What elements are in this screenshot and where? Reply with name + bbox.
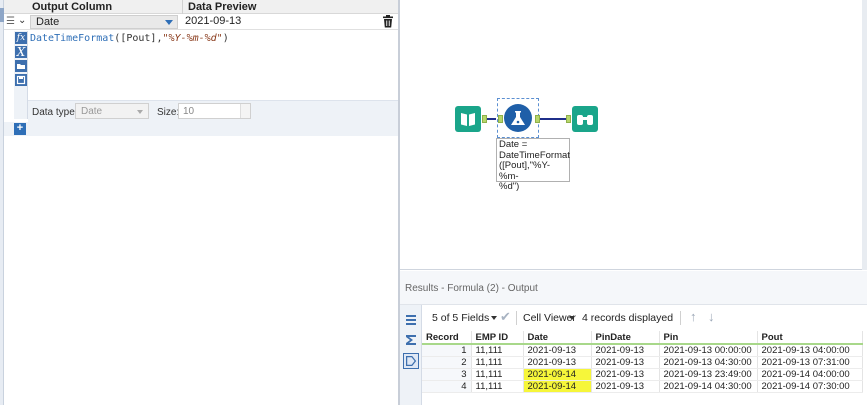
formula-tool-icon[interactable] [504, 104, 532, 132]
canvas-scroll-edge[interactable] [862, 0, 867, 270]
toolbar-separator [680, 311, 681, 325]
output-column-select[interactable]: Date [30, 15, 178, 29]
results-panel: Results - Formula (2) - Output 5 of 5 Fi… [400, 271, 867, 405]
size-value: 10 [183, 106, 195, 117]
emp-id-cell[interactable]: 11,111 [471, 344, 524, 357]
expression-toolbar: fx X [14, 31, 28, 119]
message-icon[interactable] [403, 353, 419, 369]
column-header-date[interactable]: Date [523, 331, 592, 345]
record-cell: 1 [422, 344, 472, 357]
save-icon[interactable] [15, 74, 27, 86]
pindate-cell[interactable]: 2021-09-13 [591, 368, 660, 381]
date-cell-highlighted[interactable]: 2021-09-14 [523, 368, 592, 381]
output-column-header: Output Column [32, 1, 113, 13]
arrow-down-icon[interactable]: ↓ [708, 309, 715, 324]
pindate-cell[interactable]: 2021-09-13 [591, 356, 660, 369]
results-title: Results - Formula (2) - Output [405, 283, 538, 294]
emp-id-cell[interactable]: 11,111 [471, 356, 524, 369]
table-row[interactable]: 4 11,111 2021-09-14 2021-09-13 2021-09-1… [422, 380, 863, 393]
date-cell-highlighted[interactable]: 2021-09-14 [523, 380, 592, 393]
table-row[interactable]: 2 11,111 2021-09-13 2021-09-13 2021-09-1… [422, 356, 863, 369]
workflow-canvas[interactable] [400, 0, 867, 270]
pin-cell[interactable]: 2021-09-14 04:30:00 [659, 380, 758, 393]
size-spinner[interactable] [240, 104, 250, 118]
x-variable-icon[interactable]: X [15, 46, 27, 58]
datatype-label: Data type: [32, 107, 78, 118]
datatype-select[interactable]: Date [75, 103, 149, 119]
list-icon[interactable]: ☰ [6, 16, 15, 27]
trash-icon[interactable] [382, 15, 394, 28]
pindate-cell[interactable]: 2021-09-13 [591, 344, 660, 357]
column-header-pin[interactable]: Pin [659, 331, 758, 345]
date-cell[interactable]: 2021-09-13 [523, 344, 592, 357]
pin-cell[interactable]: 2021-09-13 23:49:00 [659, 368, 758, 381]
column-header-pout[interactable]: Pout [757, 331, 863, 345]
size-label: Size: [157, 107, 180, 118]
chevron-down-icon[interactable]: ⌄ [18, 15, 28, 29]
checkmark-icon[interactable]: ✔ [500, 309, 511, 325]
column-header: Output Column Data Preview [4, 0, 398, 14]
datatype-bar: Data type: Date Size: 10 [28, 100, 398, 122]
column-header-record[interactable]: Record [422, 331, 472, 345]
results-side-toolbar [400, 305, 422, 405]
app-window: Output Column Data Preview ☰ ⌄ Date 2021… [0, 0, 867, 405]
connection-wire[interactable] [487, 118, 496, 120]
size-input[interactable]: 10 [178, 103, 251, 119]
connection-wire[interactable] [540, 118, 568, 120]
dropdown-arrow-icon [165, 20, 173, 25]
browse-tool-icon[interactable] [572, 106, 598, 132]
configuration-panel: Output Column Data Preview ☰ ⌄ Date 2021… [0, 0, 398, 405]
dropdown-arrow-icon [137, 110, 143, 114]
data-preview-value: 2021-09-13 [185, 15, 242, 27]
cell-viewer-button[interactable]: Cell Viewer [523, 312, 576, 324]
fields-selector[interactable]: 5 of 5 Fields [432, 312, 489, 324]
pout-cell[interactable]: 2021-09-13 04:00:00 [757, 344, 863, 357]
results-toolbar: 5 of 5 Fields ✔ Cell Viewer 4 records di… [422, 305, 867, 331]
expression-row: ☰ ⌄ Date 2021-09-13 [4, 14, 398, 30]
expression-function: DateTimeFormat [30, 33, 115, 44]
table-row[interactable]: 3 11,111 2021-09-14 2021-09-13 2021-09-1… [422, 368, 863, 381]
metadata-icon[interactable] [403, 332, 419, 348]
input-anchor[interactable] [566, 115, 571, 123]
fx-icon[interactable]: fx [15, 32, 27, 44]
arrow-up-icon[interactable]: ↑ [690, 309, 697, 324]
date-cell[interactable]: 2021-09-13 [523, 356, 592, 369]
expression-argument: [Pout] [120, 33, 157, 44]
record-cell: 2 [422, 356, 472, 369]
results-table: Record EMP ID Date PinDate Pin Pout 1 11… [422, 331, 863, 393]
datatype-value: Date [81, 106, 103, 117]
column-header-pindate[interactable]: PinDate [591, 331, 660, 345]
data-preview-header: Data Preview [188, 1, 257, 13]
emp-id-cell[interactable]: 11,111 [471, 368, 524, 381]
pin-cell[interactable]: 2021-09-13 00:00:00 [659, 344, 758, 357]
emp-id-cell[interactable]: 11,111 [471, 380, 524, 393]
record-cell: 4 [422, 380, 472, 393]
chevron-down-icon[interactable] [569, 316, 575, 320]
records-count: 4 records displayed [582, 312, 674, 324]
table-header-row: Record EMP ID Date PinDate Pin Pout [422, 331, 863, 345]
expression-editor[interactable]: DateTimeFormat([Pout],"%Y-%m-%d") [30, 33, 390, 93]
toolbar-separator [516, 311, 517, 325]
output-column-value: Date [36, 16, 60, 28]
pout-cell[interactable]: 2021-09-14 07:30:00 [757, 380, 863, 393]
pin-cell[interactable]: 2021-09-13 04:30:00 [659, 356, 758, 369]
pout-cell[interactable]: 2021-09-14 04:00:00 [757, 368, 863, 381]
table-row[interactable]: 1 11,111 2021-09-13 2021-09-13 2021-09-1… [422, 344, 863, 357]
record-cell: 3 [422, 368, 472, 381]
folder-icon[interactable] [15, 60, 27, 72]
header-separator [182, 0, 183, 14]
tool-annotation: Date = DateTimeFormat ([Pout],"%Y-%m- %d… [496, 138, 570, 192]
add-expression-row: + [4, 122, 398, 136]
pindate-cell[interactable]: 2021-09-13 [591, 380, 660, 393]
panel-edge [0, 0, 4, 405]
column-header-emp-id[interactable]: EMP ID [471, 331, 524, 345]
expression-format: "%Y-%m-%d" [162, 33, 223, 44]
input-data-tool-icon[interactable] [455, 106, 481, 132]
plus-icon[interactable]: + [14, 123, 26, 135]
chevron-down-icon[interactable] [491, 316, 497, 320]
input-anchor[interactable] [498, 115, 503, 123]
data-view-icon[interactable] [403, 312, 419, 328]
results-title-bar: Results - Formula (2) - Output [400, 271, 867, 305]
pout-cell[interactable]: 2021-09-13 07:31:00 [757, 356, 863, 369]
